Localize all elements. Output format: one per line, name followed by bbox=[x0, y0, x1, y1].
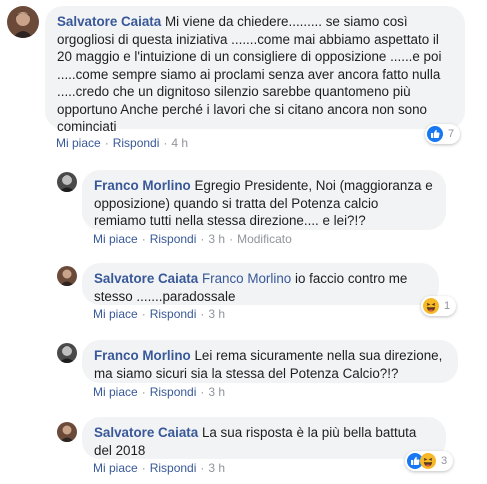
like-link[interactable]: Mi piace bbox=[93, 385, 138, 399]
comment-bubble: Salvatore Caiata Mi viene da chiedere...… bbox=[45, 6, 465, 134]
comment-actions: Mi piace · Rispondi · 3 h bbox=[93, 307, 226, 321]
reaction-count: 7 bbox=[448, 128, 455, 140]
avatar-salvatore-caiata[interactable] bbox=[7, 6, 39, 38]
comment-timestamp[interactable]: 3 h bbox=[208, 307, 225, 321]
comment-4: Franco Morlino Lei rema sicuramente nell… bbox=[0, 332, 487, 410]
comment-bubble: Franco Morlino Egregio Presidente, Noi (… bbox=[82, 170, 446, 230]
like-link[interactable]: Mi piace bbox=[93, 461, 138, 475]
reply-link[interactable]: Rispondi bbox=[150, 385, 197, 399]
reaction-summary[interactable]: 3 bbox=[405, 451, 454, 471]
reaction-count: 1 bbox=[444, 300, 451, 312]
comment-timestamp[interactable]: 4 h bbox=[171, 136, 188, 150]
reaction-summary[interactable]: 1 bbox=[421, 296, 457, 316]
avatar-franco-morlino[interactable] bbox=[57, 172, 77, 192]
comment-1: Salvatore Caiata Mi viene da chiedere...… bbox=[0, 0, 487, 160]
reply-link[interactable]: Rispondi bbox=[150, 307, 197, 321]
comment-actions: Mi piace · Rispondi · 3 h · Modificato bbox=[93, 232, 292, 246]
comment-author[interactable]: Franco Morlino bbox=[94, 178, 191, 193]
comment-bubble: Franco Morlino Lei rema sicuramente nell… bbox=[82, 340, 458, 383]
like-icon bbox=[427, 126, 443, 142]
comment-author[interactable]: Franco Morlino bbox=[94, 348, 191, 363]
comment-author[interactable]: Salvatore Caiata bbox=[94, 425, 198, 440]
comment-author[interactable]: Salvatore Caiata bbox=[57, 14, 161, 29]
like-link[interactable]: Mi piace bbox=[56, 136, 101, 150]
comment-bubble: Salvatore Caiata Franco Morlino io facci… bbox=[82, 263, 439, 305]
avatar-salvatore-caiata[interactable] bbox=[57, 266, 77, 286]
reply-link[interactable]: Rispondi bbox=[113, 136, 160, 150]
comment-actions: Mi piace · Rispondi · 3 h bbox=[93, 385, 226, 399]
comment-timestamp[interactable]: 3 h bbox=[208, 461, 225, 475]
comment-actions: Mi piace · Rispondi · 4 h bbox=[56, 136, 189, 150]
comment-timestamp[interactable]: 3 h bbox=[208, 232, 225, 246]
comment-2: Franco Morlino Egregio Presidente, Noi (… bbox=[0, 160, 487, 250]
mention-link[interactable]: Franco Morlino bbox=[202, 271, 291, 286]
comment-bubble: Salvatore Caiata La sua risposta è la pi… bbox=[82, 417, 446, 459]
comment-actions: Mi piace · Rispondi · 3 h bbox=[93, 461, 226, 475]
reply-link[interactable]: Rispondi bbox=[150, 232, 197, 246]
comment-author[interactable]: Salvatore Caiata bbox=[94, 271, 198, 286]
like-link[interactable]: Mi piace bbox=[93, 307, 138, 321]
like-link[interactable]: Mi piace bbox=[93, 232, 138, 246]
comment-text: Mi viene da chiedere......... se siamo c… bbox=[57, 14, 442, 134]
avatar-franco-morlino[interactable] bbox=[57, 343, 77, 363]
comment-5: Salvatore Caiata La sua risposta è la pi… bbox=[0, 410, 487, 484]
comment-timestamp[interactable]: 3 h bbox=[208, 385, 225, 399]
edited-label[interactable]: Modificato bbox=[237, 232, 292, 246]
reaction-summary[interactable]: 7 bbox=[425, 124, 461, 144]
avatar-salvatore-caiata[interactable] bbox=[57, 422, 77, 442]
haha-icon bbox=[420, 453, 436, 469]
reply-link[interactable]: Rispondi bbox=[150, 461, 197, 475]
comment-3: Salvatore Caiata Franco Morlino io facci… bbox=[0, 250, 487, 332]
haha-icon bbox=[423, 298, 439, 314]
reaction-count: 3 bbox=[441, 455, 448, 467]
